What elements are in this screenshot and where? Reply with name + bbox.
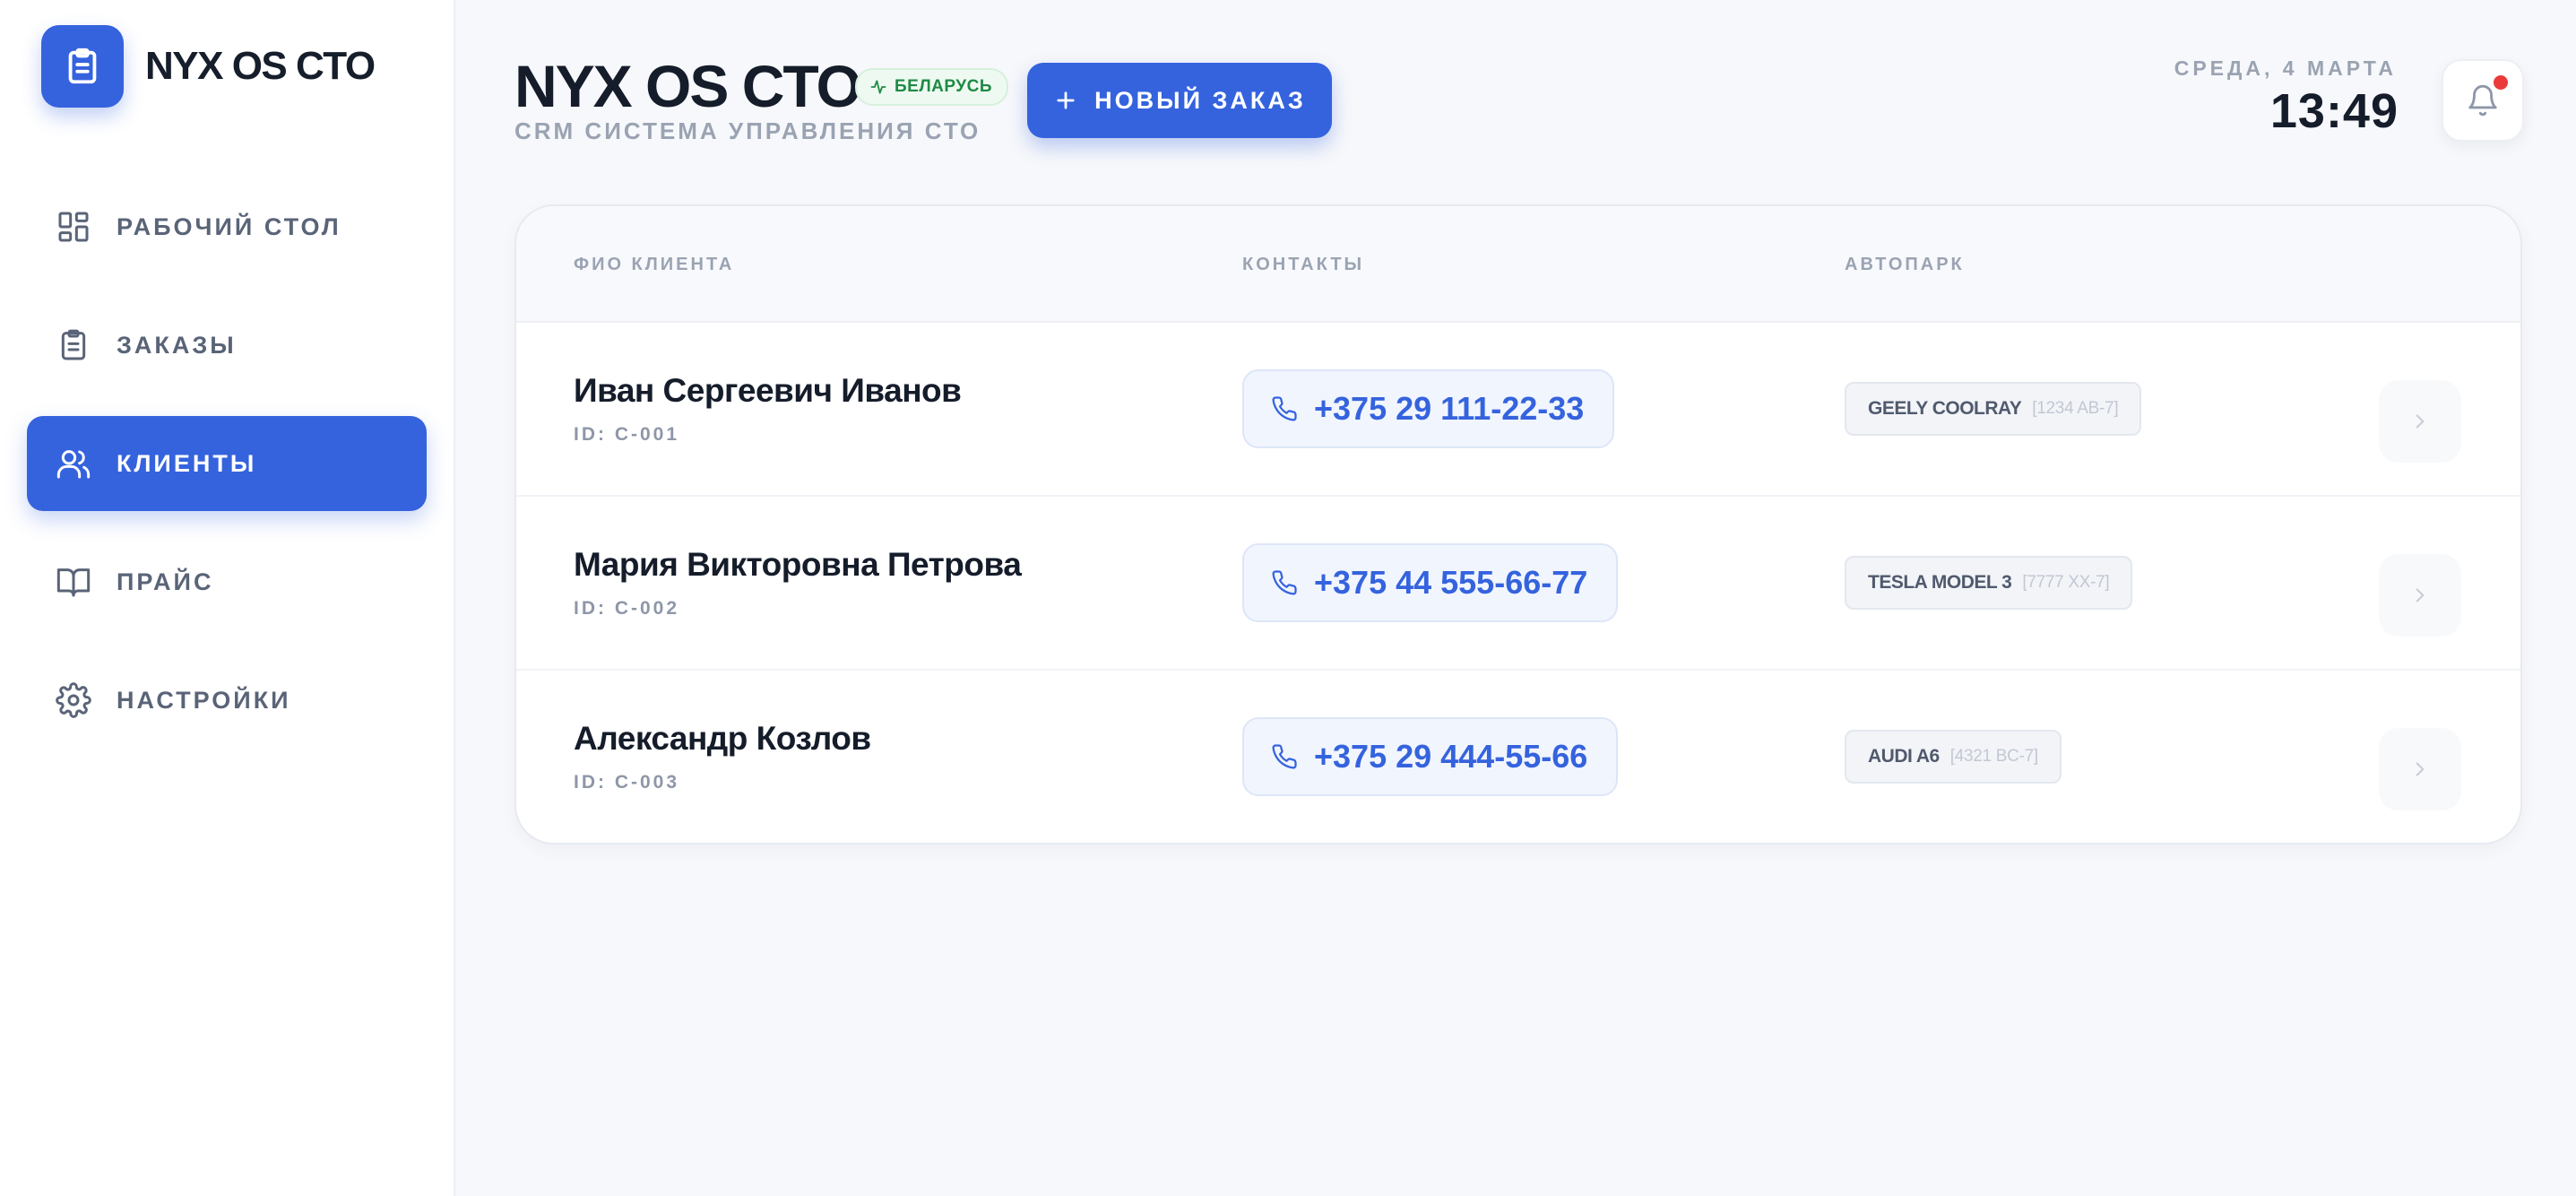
- plus-icon: [1057, 91, 1075, 109]
- phone-icon: [1272, 396, 1297, 421]
- vehicle-plate: [1234 AB-7]: [2032, 399, 2119, 418]
- phone-number: +375 29 444-55-66: [1314, 738, 1588, 775]
- current-date: СРЕДА, 4 МАРТА: [2174, 56, 2397, 80]
- logo-text: NYX OS CTO: [145, 44, 376, 88]
- vehicle-model: AUDI A6: [1868, 746, 1940, 767]
- current-time: 13:49: [2269, 84, 2399, 138]
- vehicle-tag: TESLA MODEL 3 [7777 XX-7]: [1845, 556, 2133, 610]
- vehicle-plate: [4321 BC-7]: [1949, 747, 2038, 766]
- column-header-fleet: АВТОПАРК: [1845, 255, 1965, 274]
- open-client-button[interactable]: [2379, 380, 2461, 463]
- sidebar-item-label: КЛИЕНТЫ: [117, 450, 257, 477]
- vehicle-tag: GEELY COOLRAY [1234 AB-7]: [1845, 382, 2142, 436]
- app-logo[interactable]: [41, 25, 124, 108]
- vehicle-tag: AUDI A6 [4321 BC-7]: [1845, 730, 2062, 784]
- book-icon: [56, 568, 91, 597]
- phone-number: +375 29 111-22-33: [1314, 390, 1585, 427]
- activity-icon: [870, 80, 886, 94]
- sidebar-item-label: НАСТРОЙКИ: [117, 687, 291, 714]
- badge-label: БЕЛАРУСЬ: [895, 77, 993, 96]
- open-client-button[interactable]: [2379, 554, 2461, 637]
- new-order-label: НОВЫЙ ЗАКАЗ: [1094, 86, 1306, 114]
- clients-table: ФИО КЛИЕНТА КОНТАКТЫ АВТОПАРК Иван Серге…: [514, 204, 2522, 845]
- sidebar-item-dashboard[interactable]: РАБОЧИЙ СТОЛ: [27, 179, 427, 274]
- phone-link[interactable]: +375 29 111-22-33: [1242, 369, 1615, 448]
- vehicle-model: GEELY COOLRAY: [1868, 398, 2022, 419]
- sidebar: NYX OS CTO РАБОЧИЙ СТОЛ ЗАКАЗЫ КЛИЕНТЫ П…: [0, 0, 455, 1196]
- open-client-button[interactable]: [2379, 728, 2461, 810]
- table-row[interactable]: Александр Козлов ID: C-003 +375 29 444-5…: [516, 669, 2520, 843]
- table-row[interactable]: Мария Викторовна Петрова ID: C-002 +375 …: [516, 495, 2520, 671]
- vehicle-model: TESLA MODEL 3: [1868, 572, 2012, 593]
- users-icon: [56, 450, 91, 479]
- sidebar-item-clients[interactable]: КЛИЕНТЫ: [27, 416, 427, 511]
- page-subtitle: CRM СИСТЕМА УПРАВЛЕНИЯ СТО: [514, 117, 981, 144]
- client-id: ID: C-002: [574, 598, 680, 619]
- client-name: Иван Сергеевич Иванов: [574, 372, 962, 409]
- notification-dot: [2492, 74, 2510, 91]
- phone-icon: [1272, 744, 1297, 769]
- region-badge: БЕЛАРУСЬ: [855, 68, 1009, 106]
- sidebar-item-orders[interactable]: ЗАКАЗЫ: [27, 298, 427, 393]
- vehicle-plate: [7777 XX-7]: [2022, 573, 2110, 592]
- sidebar-item-label: ЗАКАЗЫ: [117, 332, 237, 359]
- sidebar-item-label: РАБОЧИЙ СТОЛ: [117, 213, 341, 240]
- page-title: NYX OS CTO: [514, 53, 862, 119]
- chevron-right-icon: [2416, 588, 2425, 602]
- table-header: ФИО КЛИЕНТА КОНТАКТЫ АВТОПАРК: [516, 206, 2520, 323]
- chevron-right-icon: [2416, 414, 2425, 429]
- column-header-name: ФИО КЛИЕНТА: [574, 255, 735, 274]
- phone-icon: [1272, 570, 1297, 595]
- new-order-button[interactable]: НОВЫЙ ЗАКАЗ: [1027, 63, 1332, 138]
- client-name: Мария Викторовна Петрова: [574, 546, 1022, 583]
- client-id: ID: C-001: [574, 424, 680, 445]
- client-name: Александр Козлов: [574, 720, 871, 757]
- sidebar-item-price[interactable]: ПРАЙС: [27, 534, 427, 629]
- clipboard-icon: [61, 329, 86, 360]
- sidebar-item-label: ПРАЙС: [117, 568, 214, 595]
- client-id: ID: C-003: [574, 772, 680, 793]
- dashboard-icon: [58, 212, 89, 242]
- phone-number: +375 44 555-66-77: [1314, 564, 1588, 601]
- table-row[interactable]: Иван Сергеевич Иванов ID: C-001 +375 29 …: [516, 321, 2520, 497]
- column-header-contacts: КОНТАКТЫ: [1242, 255, 1365, 274]
- clipboard-icon: [68, 48, 97, 84]
- sidebar-item-settings[interactable]: НАСТРОЙКИ: [27, 653, 427, 748]
- phone-link[interactable]: +375 44 555-66-77: [1242, 543, 1619, 622]
- gear-icon: [56, 682, 91, 718]
- chevron-right-icon: [2416, 762, 2425, 776]
- phone-link[interactable]: +375 29 444-55-66: [1242, 717, 1619, 796]
- notifications-button[interactable]: [2442, 59, 2524, 142]
